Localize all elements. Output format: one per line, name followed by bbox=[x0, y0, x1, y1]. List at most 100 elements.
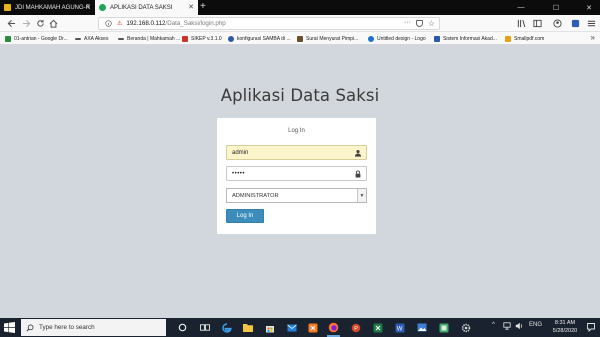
word-icon[interactable]: W bbox=[392, 320, 407, 335]
forward-arrow-icon bbox=[22, 19, 30, 27]
speaker-icon bbox=[515, 322, 522, 330]
tab-close-icon[interactable]: ✕ bbox=[85, 3, 91, 12]
app-menu-icon[interactable] bbox=[586, 18, 596, 28]
svg-text:W: W bbox=[396, 326, 402, 332]
role-selected-value: ADMINISTRATOR bbox=[232, 192, 279, 199]
bookmark-favicon-icon bbox=[5, 35, 11, 42]
cortana-icon[interactable] bbox=[175, 320, 190, 335]
reload-button[interactable] bbox=[34, 17, 46, 29]
minimize-button[interactable]: — bbox=[510, 0, 532, 15]
powerpoint-icon[interactable]: P bbox=[348, 320, 363, 335]
bookmark-item[interactable]: Beranda | Mahkamah ... bbox=[118, 34, 180, 43]
cortana-circle-icon bbox=[178, 323, 187, 332]
jdi-favicon-icon bbox=[4, 4, 11, 11]
bookmarks-bar: 01-antrian - Google Dr... AXA Akses Bera… bbox=[0, 32, 600, 45]
tab-aplikasi-data-saksi[interactable]: APLIKASI DATA SAKSI ✕ bbox=[95, 0, 198, 15]
insecure-connection-icon[interactable]: ⚠ bbox=[117, 20, 122, 27]
bookmark-star-icon[interactable]: ☆ bbox=[428, 19, 435, 28]
hamburger-icon bbox=[587, 20, 595, 26]
xampp-glyph-icon bbox=[308, 323, 317, 332]
tray-overflow-icon[interactable]: ^ bbox=[492, 322, 495, 328]
file-explorer-icon[interactable] bbox=[240, 320, 255, 335]
page-title: Aplikasi Data Saksi bbox=[220, 86, 380, 105]
login-button[interactable]: Log In bbox=[226, 209, 264, 223]
mail-icon[interactable] bbox=[284, 320, 299, 335]
bookmark-item[interactable]: konfigurasi SAMBA di ... bbox=[228, 34, 291, 43]
firefox-icon[interactable] bbox=[326, 320, 341, 337]
forward-button[interactable] bbox=[20, 17, 32, 29]
bookmark-item[interactable]: Surat Menyurat Pimpi... bbox=[297, 34, 358, 43]
user-icon bbox=[354, 149, 362, 157]
home-button[interactable] bbox=[47, 17, 59, 29]
bookmark-label: 01-antrian - Google Dr... bbox=[14, 35, 68, 42]
account-icon[interactable] bbox=[552, 18, 562, 28]
photos-icon[interactable] bbox=[414, 320, 429, 335]
windows-taskbar: Type here to search P W ^ ENG 8:31 AM 5/… bbox=[0, 318, 600, 337]
tab-label: JDI MAHKAMAH AGUNG-R bbox=[15, 4, 91, 11]
extension-icon[interactable] bbox=[570, 18, 580, 28]
shopping-bag-icon bbox=[265, 325, 274, 332]
bookmark-favicon-icon bbox=[368, 35, 374, 42]
bookmark-item[interactable]: Sistem Informasi Akad... bbox=[434, 34, 497, 43]
firefox-glyph-icon bbox=[328, 322, 339, 333]
password-field[interactable]: ••••• bbox=[226, 166, 367, 181]
new-tab-button[interactable]: + bbox=[200, 1, 206, 13]
language-indicator[interactable]: ENG bbox=[529, 322, 542, 328]
settings-app-icon[interactable] bbox=[458, 320, 473, 335]
taskbar-search-box[interactable]: Type here to search bbox=[21, 319, 166, 336]
windows-start-icon[interactable] bbox=[4, 322, 15, 333]
home-icon bbox=[49, 19, 57, 28]
gear-icon bbox=[461, 323, 470, 332]
system-clock[interactable]: 8:31 AM 5/28/2020 bbox=[548, 319, 582, 335]
store-icon[interactable] bbox=[262, 320, 277, 335]
bookmark-label: Surat Menyurat Pimpi... bbox=[306, 35, 359, 42]
app-icon[interactable] bbox=[436, 320, 451, 335]
bookmark-item[interactable]: SIKEP v.3.1.0 bbox=[182, 34, 222, 43]
password-value: ••••• bbox=[232, 170, 246, 177]
username-value: admin bbox=[232, 149, 249, 156]
bookmark-item[interactable]: 01-antrian - Google Dr... bbox=[5, 34, 68, 43]
clock-date: 5/28/2020 bbox=[552, 328, 578, 334]
role-select[interactable]: ADMINISTRATOR ▼ bbox=[226, 188, 367, 203]
bookmark-label: Sistem Informasi Akad... bbox=[443, 35, 497, 42]
task-view-icon[interactable] bbox=[197, 320, 212, 335]
xampp-icon[interactable] bbox=[305, 320, 320, 335]
bookmark-label: SIKEP v.3.1.0 bbox=[191, 35, 222, 42]
lock-icon bbox=[355, 170, 361, 178]
edge-browser-icon[interactable] bbox=[219, 320, 234, 335]
maximize-button[interactable]: ☐ bbox=[545, 0, 567, 15]
site-favicon-icon bbox=[99, 4, 106, 11]
bookmark-item[interactable]: AXA Akses bbox=[75, 34, 108, 43]
tab-jdi-mahkamah-agung[interactable]: JDI MAHKAMAH AGUNG-R ✕ bbox=[0, 0, 95, 15]
close-window-button[interactable]: ✕ bbox=[578, 0, 600, 15]
search-icon bbox=[26, 324, 34, 332]
taskbar-search-placeholder: Type here to search bbox=[39, 324, 95, 331]
bookmark-item[interactable]: Untitled design - Logo bbox=[368, 34, 426, 43]
bookmarks-overflow-button[interactable]: » bbox=[591, 33, 595, 42]
back-button[interactable] bbox=[5, 17, 17, 29]
back-arrow-icon bbox=[7, 19, 15, 27]
username-field[interactable]: admin bbox=[226, 145, 367, 160]
tab-close-icon[interactable]: ✕ bbox=[188, 3, 194, 12]
pocket-icon[interactable] bbox=[416, 20, 423, 27]
chevron-down-icon[interactable]: ▼ bbox=[357, 189, 366, 202]
sidebar-toggle-icon[interactable] bbox=[532, 18, 542, 28]
info-icon[interactable] bbox=[105, 20, 112, 27]
volume-icon[interactable] bbox=[515, 322, 523, 332]
bookmark-item[interactable]: Smallpdf.com bbox=[505, 34, 544, 43]
photos-glyph-icon bbox=[417, 323, 426, 332]
library-icon[interactable] bbox=[516, 18, 526, 28]
navigation-bar: ⚠ 192.168.0.112 /Data_Saksi/login.php ··… bbox=[0, 15, 600, 32]
svg-text:P: P bbox=[354, 326, 358, 332]
address-bar[interactable]: ⚠ 192.168.0.112 /Data_Saksi/login.php ··… bbox=[98, 17, 440, 30]
url-path: /Data_Saksi/login.php bbox=[165, 20, 226, 27]
page-actions-icon[interactable]: ··· bbox=[404, 19, 411, 26]
network-icon[interactable] bbox=[503, 322, 511, 332]
edge-glyph-icon bbox=[221, 322, 232, 333]
bookmark-favicon-icon bbox=[182, 35, 188, 42]
excel-icon[interactable] bbox=[370, 320, 385, 335]
bookmark-label: Beranda | Mahkamah ... bbox=[127, 35, 181, 42]
browser-tab-strip: JDI MAHKAMAH AGUNG-R ✕ APLIKASI DATA SAK… bbox=[0, 0, 600, 15]
url-host: 192.168.0.112 bbox=[126, 20, 166, 27]
notification-icon[interactable] bbox=[586, 322, 596, 332]
